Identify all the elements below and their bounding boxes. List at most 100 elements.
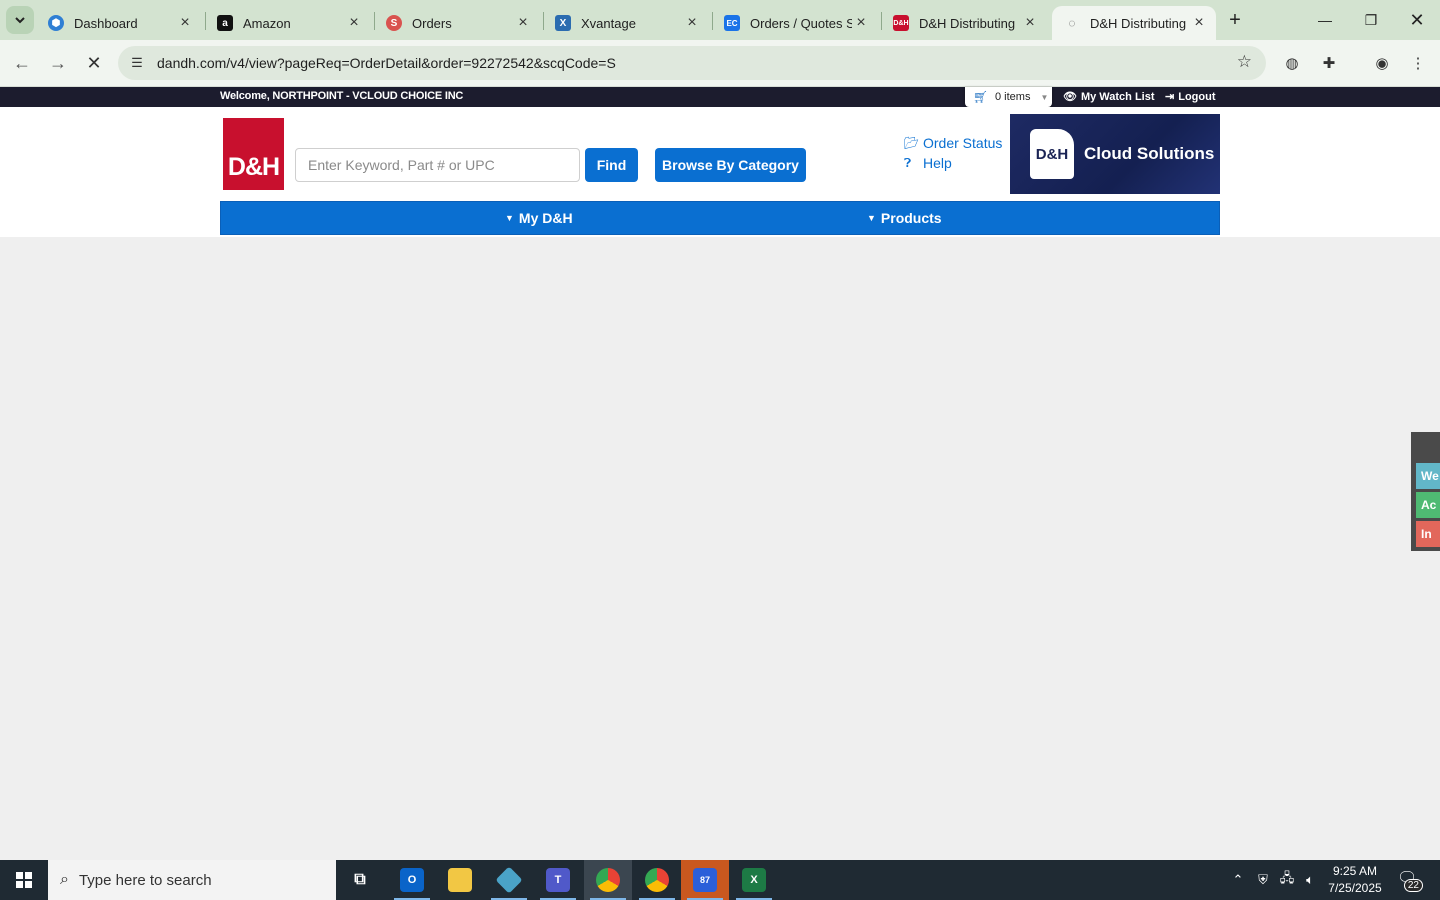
network-icon[interactable]: 🖧︎	[1276, 860, 1298, 900]
browse-by-category-button[interactable]: Browse By Category	[655, 148, 806, 182]
tab-amazon[interactable]: a Amazon ×	[205, 6, 371, 40]
logout-icon: ⇥	[1165, 91, 1175, 103]
taskbar-chrome[interactable]	[584, 860, 632, 900]
caret-down-icon: ▼	[867, 213, 876, 223]
bookmark-star-icon[interactable]: ☆	[1237, 52, 1252, 72]
account-strip: Welcome, NORTHPOINT - VCLOUD CHOICE INC …	[0, 87, 1440, 107]
browser-toolbar: ← → ✕ ☰ dandh.com/v4/view?pageReq=OrderD…	[0, 40, 1440, 87]
taskbar-teams[interactable]: T	[534, 860, 582, 900]
profile-icon[interactable]: ◉	[1370, 51, 1394, 75]
tray-security-icon[interactable]: ⛨	[1252, 860, 1274, 900]
globe-icon[interactable]: ◍	[1280, 51, 1304, 75]
chrome-profile-icon	[645, 868, 669, 892]
side-widget-item[interactable]: In	[1416, 521, 1440, 547]
tab-orders[interactable]: S Orders ×	[374, 6, 540, 40]
start-button[interactable]	[0, 860, 48, 900]
windows-logo-icon	[16, 872, 32, 888]
cloud-dh-logo: D&H	[1030, 129, 1074, 179]
chevron-up-icon: ⌃	[1232, 872, 1244, 887]
order-status-link[interactable]: 📂︎ Order Status	[904, 135, 1002, 151]
app-diamond-icon	[495, 866, 523, 894]
minimize-button[interactable]: —	[1302, 0, 1348, 40]
tab-orders-quotes[interactable]: EC Orders / Quotes S ×	[712, 6, 878, 40]
s-icon: S	[386, 15, 402, 31]
restore-button[interactable]: ❐	[1348, 0, 1394, 40]
taskbar-clock[interactable]: 9:25 AM 7/25/2025	[1325, 863, 1385, 897]
zoho-icon: 87	[693, 868, 717, 892]
close-icon: ✕	[1409, 9, 1425, 30]
amazon-icon: a	[217, 15, 233, 31]
url-text: dandh.com/v4/view?pageReq=OrderDetail&or…	[157, 55, 616, 71]
close-icon[interactable]: ×	[345, 14, 363, 32]
nav-my-dh[interactable]: ▼ My D&H	[505, 210, 573, 226]
site-settings-icon[interactable]: ☰	[128, 54, 146, 72]
site-header: D&H Find Browse By Category 📂︎ Order Sta…	[0, 107, 1440, 237]
teams-icon: T	[546, 868, 570, 892]
search-input[interactable]	[295, 148, 580, 182]
taskbar-search[interactable]: ⌕ Type here to search	[48, 860, 336, 900]
notification-center-button[interactable]: 🗨︎ 22	[1397, 868, 1423, 892]
tab-xvantage[interactable]: X Xvantage ×	[543, 6, 709, 40]
cart-icon: 🛒︎	[973, 90, 989, 104]
side-widget-item[interactable]: We	[1416, 463, 1440, 489]
arrow-left-icon: ←	[13, 52, 31, 73]
file-explorer-icon	[448, 868, 472, 892]
dh-logo[interactable]: D&H	[223, 118, 284, 190]
welcome-text: Welcome, NORTHPOINT - VCLOUD CHOICE INC	[220, 90, 464, 102]
find-button[interactable]: Find	[585, 148, 638, 182]
notification-count: 22	[1403, 879, 1423, 892]
stop-loading-button[interactable]: ✕	[80, 49, 108, 77]
windows-taskbar: ⌕ Type here to search ⧉ O T 87 X ⌃ ⛨ 🖧︎ …	[0, 860, 1440, 900]
nav-products[interactable]: ▼ Products	[867, 210, 942, 226]
close-icon[interactable]: ×	[514, 14, 532, 32]
close-window-button[interactable]: ✕	[1394, 0, 1440, 40]
cart-dropdown[interactable]: 🛒︎ 0 items ▼	[965, 87, 1052, 107]
close-icon[interactable]: ×	[1190, 14, 1208, 32]
cloud-solutions-label: Cloud Solutions	[1084, 144, 1215, 163]
new-tab-button[interactable]: +	[1222, 7, 1248, 33]
watch-list-link[interactable]: 👁︎ My Watch List	[1063, 90, 1155, 104]
forward-button[interactable]: →	[44, 49, 72, 77]
close-icon[interactable]: ×	[176, 14, 194, 32]
address-bar[interactable]: ☰ dandh.com/v4/view?pageReq=OrderDetail&…	[118, 46, 1266, 80]
restore-icon: ❐	[1364, 11, 1378, 28]
plus-icon: +	[1229, 8, 1241, 31]
taskbar-file-explorer[interactable]	[436, 860, 484, 900]
back-button[interactable]: ←	[8, 49, 36, 77]
eye-icon: 👁︎	[1063, 91, 1077, 103]
caret-down-icon: ▼	[1040, 92, 1049, 102]
tab-dashboard[interactable]: ⬢ Dashboard ×	[36, 6, 202, 40]
hexagon-icon: ⬢	[48, 15, 64, 31]
x-icon: X	[555, 15, 571, 31]
close-icon[interactable]: ×	[683, 14, 701, 32]
extensions-icon[interactable]: ✚	[1317, 51, 1341, 75]
cloud-solutions-banner[interactable]: D&H Cloud Solutions	[1010, 114, 1220, 194]
taskbar-app-diamond[interactable]	[485, 860, 533, 900]
close-icon: ✕	[86, 52, 102, 73]
clock-time: 9:25 AM	[1332, 864, 1378, 878]
cart-count: 0 items	[995, 91, 1031, 103]
tab-dh-distributing-active[interactable]: ◌ D&H Distributing ×	[1052, 6, 1216, 40]
task-view-button[interactable]: ⧉	[336, 860, 384, 900]
taskbar-chrome-profile[interactable]	[633, 860, 681, 900]
tray-overflow-chevron[interactable]: ⌃	[1228, 860, 1248, 900]
taskbar-zoho[interactable]: 87	[681, 860, 729, 900]
dh-icon: D&H	[893, 15, 909, 31]
taskbar-outlook[interactable]: O	[388, 860, 436, 900]
clock-date: 7/25/2025	[1328, 881, 1382, 895]
close-icon[interactable]: ×	[1021, 14, 1039, 32]
arrow-right-icon: →	[49, 52, 67, 73]
taskbar-excel[interactable]: X	[730, 860, 778, 900]
tab-dh-distributing[interactable]: D&H D&H Distributing ×	[881, 6, 1047, 40]
tab-search-button[interactable]	[6, 6, 34, 34]
folder-open-icon: 📂︎	[904, 136, 920, 150]
close-icon[interactable]: ×	[852, 14, 870, 32]
logout-link[interactable]: ⇥ Logout	[1165, 90, 1215, 104]
menu-kebab-icon[interactable]: ⋮	[1406, 51, 1430, 75]
volume-icon[interactable]: 🔈︎	[1299, 860, 1321, 900]
side-widget-item[interactable]: Ac	[1416, 492, 1440, 518]
task-view-icon: ⧉	[354, 871, 366, 888]
search-icon: ⌕	[60, 871, 69, 888]
excel-icon: X	[742, 868, 766, 892]
help-link[interactable]: ❓︎ Help	[904, 155, 952, 171]
